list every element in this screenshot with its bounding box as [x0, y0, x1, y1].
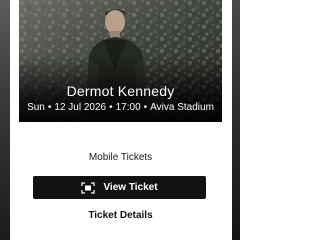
- event-venue: Aviva Stadium: [150, 102, 214, 113]
- meta-separator: •: [143, 102, 148, 113]
- meta-separator: •: [47, 102, 52, 113]
- ticket-type-label: Mobile Tickets: [88, 152, 153, 163]
- event-date: 12 Jul 2026: [54, 102, 107, 113]
- event-time: 17:00: [115, 102, 141, 113]
- meta-separator: •: [109, 102, 113, 113]
- view-ticket-button[interactable]: View Ticket: [33, 176, 206, 199]
- ticket-scan-icon: [81, 181, 96, 194]
- ticket-card: Dermot Kennedy Sun • 12 Jul 2026 • 17:00 • Avi…: [19, 0, 222, 240]
- view-ticket-label: View Ticket: [103, 182, 158, 193]
- ticket-details-link[interactable]: Ticket Details: [19, 210, 222, 222]
- event-date-time-venue: Sun • 12 Jul 2026 • 17:00 • Aviva Stadium: [19, 102, 222, 114]
- event-day: Sun: [27, 102, 45, 113]
- event-hero: Dermot Kennedy Sun • 12 Jul 2026 • 17:00 • Avi…: [19, 0, 222, 122]
- next-ticket-card-edge[interactable]: [232, 0, 240, 240]
- artist-name: Dermot Kennedy: [66, 83, 175, 99]
- ticket-screen: Dermot Kennedy Sun • 12 Jul 2026 • 17:00 • Avi…: [0, 0, 240, 240]
- previous-ticket-card-edge[interactable]: [0, 0, 10, 240]
